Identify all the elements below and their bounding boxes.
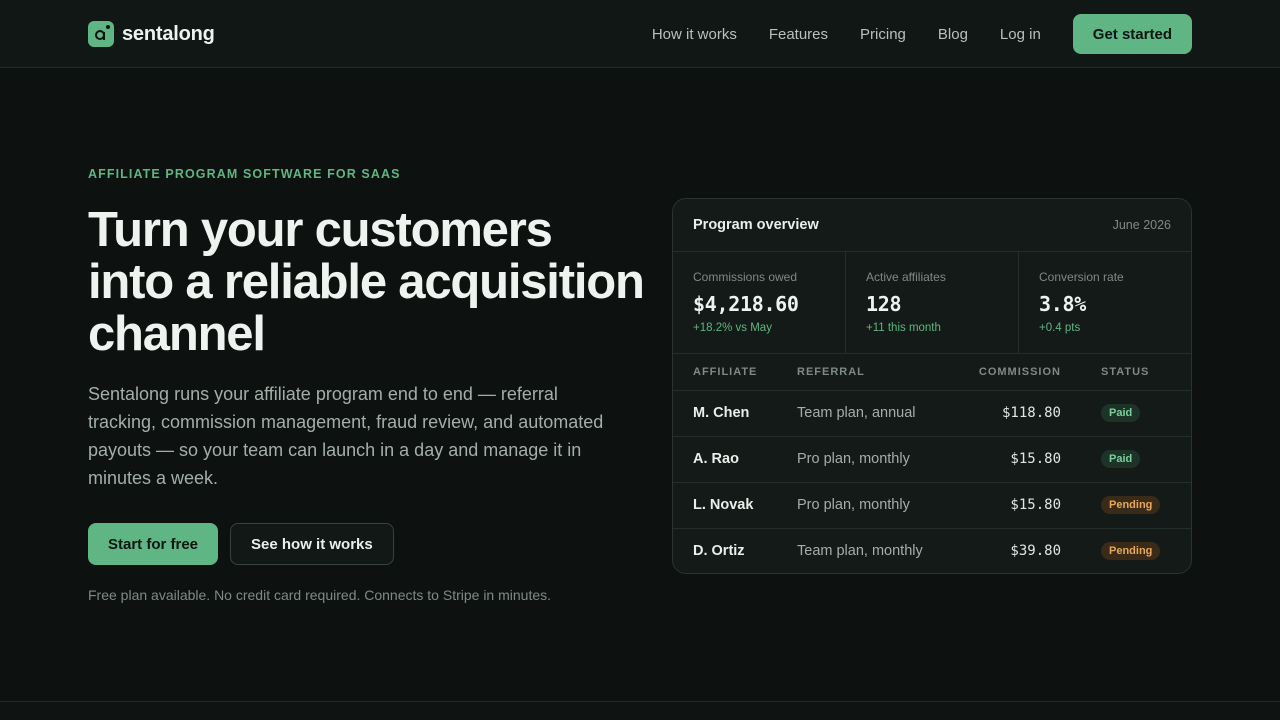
card-header: Program overview June 2026	[673, 199, 1191, 252]
nav-link-blog[interactable]: Blog	[938, 26, 968, 43]
stat-value: 3.8%	[1039, 292, 1086, 316]
stat-delta: +18.2% vs May	[693, 322, 772, 334]
see-how-it-works-button[interactable]: See how it works	[230, 523, 394, 565]
stat-label: Conversion rate	[1039, 270, 1124, 284]
stat-delta: +11 this month	[866, 322, 941, 334]
status-badge: Paid	[1101, 404, 1141, 422]
affiliate-name: D. Ortiz	[693, 543, 745, 560]
hero-eyebrow: AFFILIATE PROGRAM SOFTWARE FOR SAAS	[88, 167, 401, 181]
column-header-commission: COMMISSION	[973, 354, 1101, 391]
top-nav: sentalong How it works Features Pricing …	[0, 0, 1280, 68]
stats-row: Commissions owed $4,218.60 +18.2% vs May…	[673, 252, 1191, 354]
referral-plan: Pro plan, monthly	[797, 482, 973, 529]
column-header-status: STATUS	[1101, 354, 1191, 391]
card-date: June 2026	[1112, 218, 1171, 232]
commission-amount: $118.80	[973, 390, 1101, 437]
hero-cta-row: Start for free See how it works	[88, 523, 394, 565]
logo-icon	[88, 21, 114, 47]
stat-label: Commissions owed	[693, 270, 798, 284]
nav-link-pricing[interactable]: Pricing	[860, 26, 906, 43]
table-header-row: AFFILIATE REFERRAL COMMISSION STATUS	[673, 354, 1191, 391]
commission-amount: $39.80	[1010, 543, 1061, 560]
stat-active-affiliates: Active affiliates 128 +11 this month	[845, 252, 1018, 353]
referral-plan: Team plan, annual	[797, 390, 973, 437]
stat-value: $4,218.60	[693, 292, 799, 316]
commission-amount: $15.80	[973, 482, 1101, 529]
status-badge: Pending	[1101, 496, 1161, 514]
column-header-affiliate: AFFILIATE	[673, 354, 797, 391]
referral-plan: Team plan, monthly	[797, 543, 923, 560]
commission-amount: $15.80	[973, 436, 1101, 483]
stat-commissions-owed: Commissions owed $4,218.60 +18.2% vs May	[673, 252, 845, 353]
hero-subtitle: Sentalong runs your affiliate program en…	[88, 384, 604, 488]
program-overview-card: Program overview June 2026 Commissions o…	[672, 198, 1192, 574]
nav-link-login[interactable]: Log in	[1000, 26, 1041, 43]
nav-link-how-it-works[interactable]: How it works	[652, 26, 737, 43]
affiliate-name: A. Rao	[673, 436, 797, 483]
affiliate-name: M. Chen	[673, 390, 797, 437]
card-title: Program overview	[693, 217, 819, 233]
stat-value: 128	[866, 292, 902, 316]
get-started-button[interactable]: Get started	[1072, 14, 1192, 54]
nav-link-features[interactable]: Features	[769, 26, 828, 43]
referral-plan: Pro plan, monthly	[797, 436, 973, 483]
start-for-free-button[interactable]: Start for free	[88, 523, 219, 565]
column-header-referral: REFERRAL	[797, 354, 973, 391]
hero-fineprint: Free plan available. No credit card requ…	[88, 587, 552, 603]
next-section-edge	[0, 701, 1280, 720]
affiliate-name: L. Novak	[673, 482, 797, 529]
table-row[interactable]: A. Rao Pro plan, monthly $15.80 Paid	[673, 436, 1191, 483]
hero-headline: Turn your customers into a reliable acqu…	[88, 203, 645, 361]
stat-conversion-rate: Conversion rate 3.8% +0.4 pts	[1018, 252, 1191, 353]
stat-delta: +0.4 pts	[1039, 322, 1081, 334]
nav-links: How it works Features Pricing Blog Log i…	[652, 14, 1192, 54]
status-badge: Pending	[1101, 542, 1161, 561]
table-row[interactable]: D. Ortiz Team plan, monthly $39.80 Pendi…	[673, 528, 1191, 573]
brand-logo[interactable]: sentalong	[88, 21, 215, 47]
table-row[interactable]: M. Chen Team plan, annual $118.80 Paid	[673, 390, 1191, 437]
brand-name: sentalong	[122, 22, 215, 45]
status-badge: Paid	[1101, 450, 1141, 468]
table-row[interactable]: L. Novak Pro plan, monthly $15.80 Pendin…	[673, 482, 1191, 529]
referrals-table: AFFILIATE REFERRAL COMMISSION STATUS M. …	[673, 354, 1191, 573]
stat-label: Active affiliates	[866, 270, 946, 284]
